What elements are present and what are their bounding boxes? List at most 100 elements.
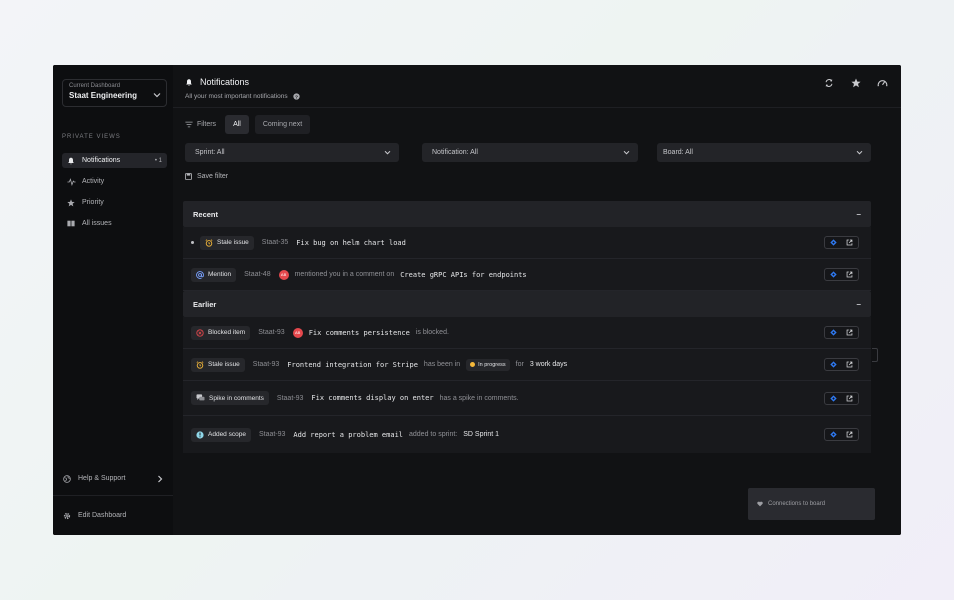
sidebar-item-all-issues[interactable]: All issues	[62, 216, 167, 231]
issue-title[interactable]: Create gRPC APIs for endpoints	[400, 271, 526, 279]
external-link-icon[interactable]	[846, 431, 853, 438]
notification-row[interactable]: Spike in comments Staat-93 Fix comments …	[183, 381, 871, 416]
notification-select[interactable]: Notification: All	[422, 143, 638, 162]
avatar: AB	[292, 327, 303, 338]
status-dot	[470, 362, 476, 367]
filters-label: Filters	[197, 121, 217, 128]
filter-chip-coming-next[interactable]: Coming next	[254, 115, 311, 134]
row-actions	[824, 326, 859, 339]
tag-mention: Mention	[191, 267, 237, 282]
board-select[interactable]: Board: All	[657, 143, 871, 162]
avatar: AB	[278, 269, 289, 280]
notification-row[interactable]: Stale issue Staat-93 Frontend integratio…	[183, 349, 871, 381]
help-support-link[interactable]: Help & Support	[62, 471, 167, 486]
tag-label: Spike in comments	[209, 394, 264, 402]
page-title-text: Notifications	[200, 77, 250, 87]
unread-dot	[191, 241, 194, 244]
tag-blocked-item: Blocked item	[191, 325, 251, 340]
issue-title[interactable]: Add report a problem email	[293, 431, 403, 439]
group-header-recent[interactable]: Recent –	[183, 201, 871, 227]
sidebar-item-activity[interactable]: Activity	[62, 174, 167, 189]
dashboard-select[interactable]: Current Dashboard Staat Engineering	[62, 79, 167, 107]
row-actions	[824, 236, 859, 249]
alarm-clock-icon	[205, 238, 213, 247]
alarm-clock-icon	[196, 360, 204, 369]
tag-stale-issue: Stale issue	[200, 235, 254, 250]
star-icon[interactable]	[849, 76, 862, 89]
notification-row[interactable]: Blocked item Staat-93 AB Fix comments pe…	[183, 317, 871, 349]
comments-icon	[196, 394, 205, 402]
chevron-down-icon	[384, 150, 391, 155]
issue-key[interactable]: Staat-48	[244, 271, 270, 278]
notification-text: has been in	[423, 361, 461, 368]
filter-chip-all[interactable]: All	[225, 115, 249, 134]
save-filter-button[interactable]: Save filter	[185, 173, 228, 180]
notification-row[interactable]: Stale issue Staat-35 Fix bug on helm cha…	[183, 227, 871, 259]
chevron-down-icon	[153, 93, 161, 98]
row-actions	[824, 391, 859, 405]
status-badge: In progress	[466, 358, 510, 371]
external-link-icon[interactable]	[846, 395, 853, 402]
group-header-earlier[interactable]: Earlier –	[183, 291, 871, 317]
jira-icon[interactable]	[830, 431, 837, 438]
heart-icon	[757, 501, 763, 507]
page-subtitle-text: All your most important notifications	[185, 93, 288, 100]
row-actions	[824, 358, 859, 371]
jira-icon[interactable]	[830, 271, 837, 278]
gauge-icon[interactable]	[876, 76, 889, 89]
edit-dashboard-link[interactable]: Edit Dashboard	[62, 508, 126, 523]
notification-row[interactable]: Added scope Staat-93 Add report a proble…	[183, 416, 871, 453]
connections-label: Connections to board	[768, 501, 826, 507]
external-link-icon[interactable]	[846, 329, 853, 336]
tag-label: Stale issue	[208, 361, 240, 368]
notification-row[interactable]: Mention Staat-48 AB mentioned you in a c…	[183, 259, 871, 291]
issue-title[interactable]: Fix comments persistence	[309, 329, 410, 337]
tag-spike-in-comments: Spike in comments	[191, 391, 269, 405]
issue-key[interactable]: Staat-93	[258, 329, 284, 336]
save-filter-label: Save filter	[197, 173, 229, 180]
notification-select-value: Notification: All	[432, 149, 478, 156]
tag-label: Stale issue	[217, 239, 249, 246]
star-icon	[64, 198, 78, 207]
issue-title[interactable]: Fix comments display on enter	[311, 394, 433, 402]
row-actions	[824, 428, 859, 441]
sidebar-item-priority[interactable]: Priority	[62, 195, 167, 210]
jira-icon[interactable]	[830, 239, 837, 246]
sprint-select[interactable]: Sprint: All	[185, 143, 399, 162]
blocked-icon	[196, 328, 204, 337]
filters-row: Filters All Coming next	[185, 115, 311, 134]
issue-title[interactable]: Fix bug on helm chart load	[296, 239, 406, 247]
issue-key[interactable]: Staat-93	[277, 395, 303, 402]
filters-toggle[interactable]: Filters	[185, 121, 216, 128]
jira-icon[interactable]	[830, 394, 837, 402]
info-icon	[196, 430, 204, 439]
collapse-icon[interactable]: –	[857, 210, 861, 219]
bell-icon	[64, 157, 78, 165]
collapse-icon[interactable]: –	[857, 300, 861, 309]
sidebar-item-label: Priority	[82, 199, 104, 206]
tag-added-scope: Added scope	[191, 427, 251, 442]
sidebar-item-label: All issues	[82, 220, 112, 227]
main-panel: Notifications All your most important no…	[173, 65, 901, 535]
external-link-icon[interactable]	[846, 271, 853, 278]
sprint-name[interactable]: SD Sprint 1	[463, 431, 499, 438]
row-actions	[824, 268, 859, 281]
notification-text: is blocked.	[415, 329, 449, 336]
jira-icon[interactable]	[830, 361, 837, 368]
external-link-icon[interactable]	[846, 361, 853, 368]
issue-title[interactable]: Frontend integration for Stripe	[287, 361, 418, 369]
activity-icon	[64, 177, 78, 186]
external-link-icon[interactable]	[846, 239, 853, 246]
help-support-label: Help & Support	[78, 475, 126, 482]
sidebar-item-notifications[interactable]: Notifications • 1	[62, 153, 167, 168]
issue-key[interactable]: Staat-93	[259, 431, 285, 438]
connections-to-board-button[interactable]: Connections to board	[748, 488, 875, 520]
jira-icon[interactable]	[830, 329, 837, 336]
panel-edge-handle[interactable]	[872, 348, 878, 362]
tag-label: Mention	[208, 271, 232, 278]
issue-key[interactable]: Staat-93	[253, 361, 279, 368]
issue-key[interactable]: Staat-35	[262, 239, 288, 246]
help-circle-icon[interactable]: ?	[292, 93, 300, 100]
refresh-icon[interactable]	[822, 76, 835, 89]
section-label: PRIVATE VIEWS	[62, 134, 121, 140]
